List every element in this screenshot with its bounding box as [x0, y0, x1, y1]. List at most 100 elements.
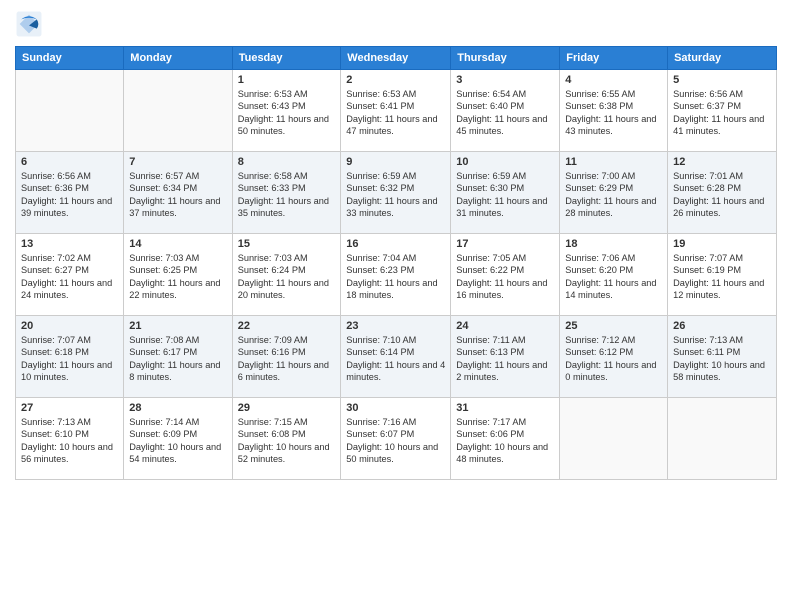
day-cell: 20 Sunrise: 7:07 AMSunset: 6:18 PMDayligh… [16, 316, 124, 398]
day-number: 15 [238, 238, 336, 250]
day-number: 5 [673, 74, 771, 86]
day-info: Sunrise: 7:03 AMSunset: 6:24 PMDaylight:… [238, 252, 336, 302]
day-info: Sunrise: 7:16 AMSunset: 6:07 PMDaylight:… [346, 416, 445, 466]
day-cell: 23 Sunrise: 7:10 AMSunset: 6:14 PMDayligh… [341, 316, 451, 398]
day-cell: 31 Sunrise: 7:17 AMSunset: 6:06 PMDayligh… [451, 398, 560, 480]
weekday-header-friday: Friday [560, 47, 668, 70]
day-info: Sunrise: 7:11 AMSunset: 6:13 PMDaylight:… [456, 334, 554, 384]
day-number: 20 [21, 320, 118, 332]
day-cell [668, 398, 777, 480]
day-number: 17 [456, 238, 554, 250]
day-number: 18 [565, 238, 662, 250]
day-info: Sunrise: 7:14 AMSunset: 6:09 PMDaylight:… [129, 416, 226, 466]
day-info: Sunrise: 6:53 AMSunset: 6:41 PMDaylight:… [346, 88, 445, 138]
page: SundayMondayTuesdayWednesdayThursdayFrid… [0, 0, 792, 612]
day-cell [124, 70, 232, 152]
week-row-2: 6 Sunrise: 6:56 AMSunset: 6:36 PMDaylight… [16, 152, 777, 234]
day-cell: 1 Sunrise: 6:53 AMSunset: 6:43 PMDaylight… [232, 70, 341, 152]
day-info: Sunrise: 7:04 AMSunset: 6:23 PMDaylight:… [346, 252, 445, 302]
day-info: Sunrise: 6:56 AMSunset: 6:37 PMDaylight:… [673, 88, 771, 138]
day-number: 31 [456, 402, 554, 414]
weekday-header-monday: Monday [124, 47, 232, 70]
day-info: Sunrise: 7:03 AMSunset: 6:25 PMDaylight:… [129, 252, 226, 302]
weekday-header-thursday: Thursday [451, 47, 560, 70]
day-number: 30 [346, 402, 445, 414]
day-number: 2 [346, 74, 445, 86]
calendar: SundayMondayTuesdayWednesdayThursdayFrid… [15, 46, 777, 480]
day-number: 10 [456, 156, 554, 168]
day-number: 21 [129, 320, 226, 332]
day-cell: 6 Sunrise: 6:56 AMSunset: 6:36 PMDaylight… [16, 152, 124, 234]
day-cell: 16 Sunrise: 7:04 AMSunset: 6:23 PMDayligh… [341, 234, 451, 316]
day-info: Sunrise: 7:10 AMSunset: 6:14 PMDaylight:… [346, 334, 445, 384]
day-info: Sunrise: 7:00 AMSunset: 6:29 PMDaylight:… [565, 170, 662, 220]
day-info: Sunrise: 6:59 AMSunset: 6:30 PMDaylight:… [456, 170, 554, 220]
day-info: Sunrise: 6:59 AMSunset: 6:32 PMDaylight:… [346, 170, 445, 220]
day-info: Sunrise: 6:58 AMSunset: 6:33 PMDaylight:… [238, 170, 336, 220]
logo [15, 10, 47, 38]
day-info: Sunrise: 6:54 AMSunset: 6:40 PMDaylight:… [456, 88, 554, 138]
day-number: 6 [21, 156, 118, 168]
day-number: 9 [346, 156, 445, 168]
day-info: Sunrise: 7:02 AMSunset: 6:27 PMDaylight:… [21, 252, 118, 302]
day-cell: 3 Sunrise: 6:54 AMSunset: 6:40 PMDaylight… [451, 70, 560, 152]
day-number: 29 [238, 402, 336, 414]
day-info: Sunrise: 7:06 AMSunset: 6:20 PMDaylight:… [565, 252, 662, 302]
day-number: 25 [565, 320, 662, 332]
day-info: Sunrise: 6:56 AMSunset: 6:36 PMDaylight:… [21, 170, 118, 220]
day-number: 24 [456, 320, 554, 332]
day-number: 19 [673, 238, 771, 250]
week-row-4: 20 Sunrise: 7:07 AMSunset: 6:18 PMDayligh… [16, 316, 777, 398]
day-cell: 13Sunrise: 7:02 AMSunset: 6:27 PMDayligh… [16, 234, 124, 316]
day-number: 16 [346, 238, 445, 250]
day-cell: 25 Sunrise: 7:12 AMSunset: 6:12 PMDayligh… [560, 316, 668, 398]
day-info: Sunrise: 7:17 AMSunset: 6:06 PMDaylight:… [456, 416, 554, 466]
day-cell: 15 Sunrise: 7:03 AMSunset: 6:24 PMDayligh… [232, 234, 341, 316]
day-cell: 11 Sunrise: 7:00 AMSunset: 6:29 PMDayligh… [560, 152, 668, 234]
day-cell: 21 Sunrise: 7:08 AMSunset: 6:17 PMDayligh… [124, 316, 232, 398]
day-cell: 29 Sunrise: 7:15 AMSunset: 6:08 PMDayligh… [232, 398, 341, 480]
weekday-header-saturday: Saturday [668, 47, 777, 70]
week-row-5: 27 Sunrise: 7:13 AMSunset: 6:10 PMDayligh… [16, 398, 777, 480]
day-info: Sunrise: 7:12 AMSunset: 6:12 PMDaylight:… [565, 334, 662, 384]
day-cell: 26Sunrise: 7:13 AMSunset: 6:11 PMDayligh… [668, 316, 777, 398]
day-cell: 7Sunrise: 6:57 AMSunset: 6:34 PMDaylight… [124, 152, 232, 234]
day-cell: 27 Sunrise: 7:13 AMSunset: 6:10 PMDayligh… [16, 398, 124, 480]
weekday-header-tuesday: Tuesday [232, 47, 341, 70]
day-info: Sunrise: 6:53 AMSunset: 6:43 PMDaylight:… [238, 88, 336, 138]
day-number: 26 [673, 320, 771, 332]
day-number: 1 [238, 74, 336, 86]
day-cell: 12Sunrise: 7:01 AMSunset: 6:28 PMDayligh… [668, 152, 777, 234]
day-cell: 5 Sunrise: 6:56 AMSunset: 6:37 PMDaylight… [668, 70, 777, 152]
day-number: 14 [129, 238, 226, 250]
day-cell: 2 Sunrise: 6:53 AMSunset: 6:41 PMDaylight… [341, 70, 451, 152]
day-cell: 30 Sunrise: 7:16 AMSunset: 6:07 PMDayligh… [341, 398, 451, 480]
day-info: Sunrise: 6:55 AMSunset: 6:38 PMDaylight:… [565, 88, 662, 138]
day-cell: 24 Sunrise: 7:11 AMSunset: 6:13 PMDayligh… [451, 316, 560, 398]
day-cell: 18 Sunrise: 7:06 AMSunset: 6:20 PMDayligh… [560, 234, 668, 316]
day-number: 28 [129, 402, 226, 414]
day-info: Sunrise: 7:07 AMSunset: 6:19 PMDaylight:… [673, 252, 771, 302]
day-cell: 22Sunrise: 7:09 AMSunset: 6:16 PMDayligh… [232, 316, 341, 398]
day-number: 23 [346, 320, 445, 332]
day-info: Sunrise: 7:01 AMSunset: 6:28 PMDaylight:… [673, 170, 771, 220]
day-number: 3 [456, 74, 554, 86]
day-number: 11 [565, 156, 662, 168]
day-cell [560, 398, 668, 480]
day-info: Sunrise: 7:08 AMSunset: 6:17 PMDaylight:… [129, 334, 226, 384]
day-number: 22 [238, 320, 336, 332]
day-number: 4 [565, 74, 662, 86]
day-cell [16, 70, 124, 152]
day-info: Sunrise: 7:05 AMSunset: 6:22 PMDaylight:… [456, 252, 554, 302]
day-cell: 17 Sunrise: 7:05 AMSunset: 6:22 PMDayligh… [451, 234, 560, 316]
day-cell: 19 Sunrise: 7:07 AMSunset: 6:19 PMDayligh… [668, 234, 777, 316]
day-info: Sunrise: 7:15 AMSunset: 6:08 PMDaylight:… [238, 416, 336, 466]
logo-icon [15, 10, 43, 38]
day-info: Sunrise: 7:13 AMSunset: 6:10 PMDaylight:… [21, 416, 118, 466]
day-number: 27 [21, 402, 118, 414]
day-info: Sunrise: 7:07 AMSunset: 6:18 PMDaylight:… [21, 334, 118, 384]
header [15, 10, 777, 38]
day-cell: 9 Sunrise: 6:59 AMSunset: 6:32 PMDaylight… [341, 152, 451, 234]
day-cell: 28 Sunrise: 7:14 AMSunset: 6:09 PMDayligh… [124, 398, 232, 480]
day-number: 8 [238, 156, 336, 168]
